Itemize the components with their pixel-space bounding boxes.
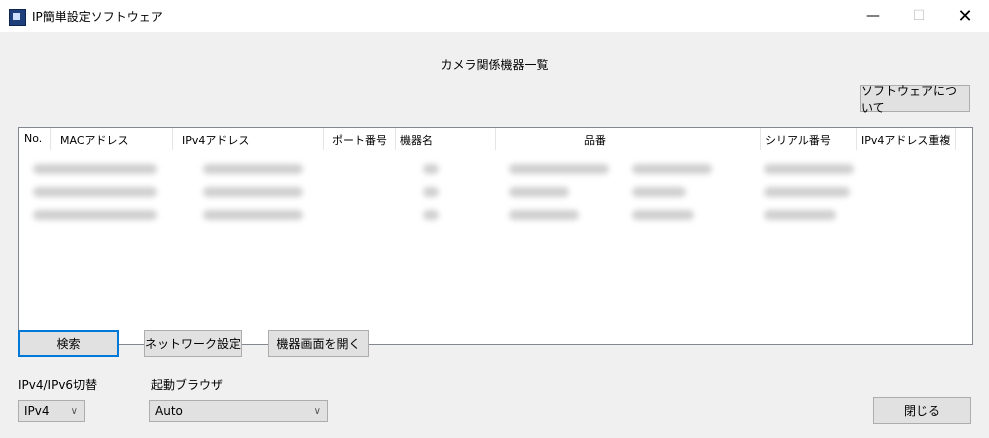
close-window-button[interactable]: ✕	[942, 0, 988, 32]
list-item[interactable]	[19, 183, 972, 203]
list-item[interactable]	[19, 206, 972, 226]
ip-version-select[interactable]: IPv4 ∨	[18, 400, 85, 422]
column-header-ipv4[interactable]: IPv4アドレス	[182, 132, 249, 148]
search-button[interactable]: 検索	[18, 330, 119, 357]
column-header-no[interactable]: No.	[24, 132, 42, 145]
column-header-model[interactable]: 品番	[584, 132, 606, 148]
about-software-button[interactable]: ソフトウェアについて	[860, 84, 970, 115]
column-header-device-name[interactable]: 機器名	[400, 132, 433, 148]
title-bar: IP簡単設定ソフトウェア — ☐ ✕	[0, 0, 989, 32]
minimize-button[interactable]: —	[850, 0, 896, 32]
ip-switch-label: IPv4/IPv6切替	[18, 378, 98, 392]
browser-label: 起動ブラウザ	[151, 378, 224, 392]
chevron-down-icon: ∨	[70, 406, 78, 417]
browser-value: Auto	[155, 404, 183, 418]
browser-select[interactable]: Auto ∨	[149, 400, 328, 422]
chevron-down-icon: ∨	[313, 406, 321, 417]
column-header-serial[interactable]: シリアル番号	[765, 132, 831, 148]
column-header-port[interactable]: ポート番号	[332, 132, 387, 148]
ip-version-value: IPv4	[24, 404, 50, 418]
list-header: No. MACアドレス IPv4アドレス ポート番号 機器名 品番 シリアル番号…	[19, 128, 972, 150]
column-header-ipv4-duplicate[interactable]: IPv4アドレス重複	[861, 132, 950, 148]
maximize-button[interactable]: ☐	[896, 0, 942, 32]
column-header-mac[interactable]: MACアドレス	[60, 132, 129, 148]
window-title: IP簡単設定ソフトウェア	[32, 10, 163, 24]
page-title: カメラ関係機器一覧	[440, 58, 549, 72]
main-panel: カメラ関係機器一覧 ソフトウェアについて No. MACアドレス IPv4アドレ…	[0, 32, 989, 438]
app-icon	[9, 9, 26, 26]
list-item[interactable]	[19, 160, 972, 180]
close-button[interactable]: 閉じる	[873, 397, 971, 424]
open-device-screen-button[interactable]: 機器画面を開く	[268, 330, 369, 357]
network-settings-button[interactable]: ネットワーク設定	[144, 330, 242, 357]
device-list[interactable]: No. MACアドレス IPv4アドレス ポート番号 機器名 品番 シリアル番号…	[18, 127, 973, 345]
